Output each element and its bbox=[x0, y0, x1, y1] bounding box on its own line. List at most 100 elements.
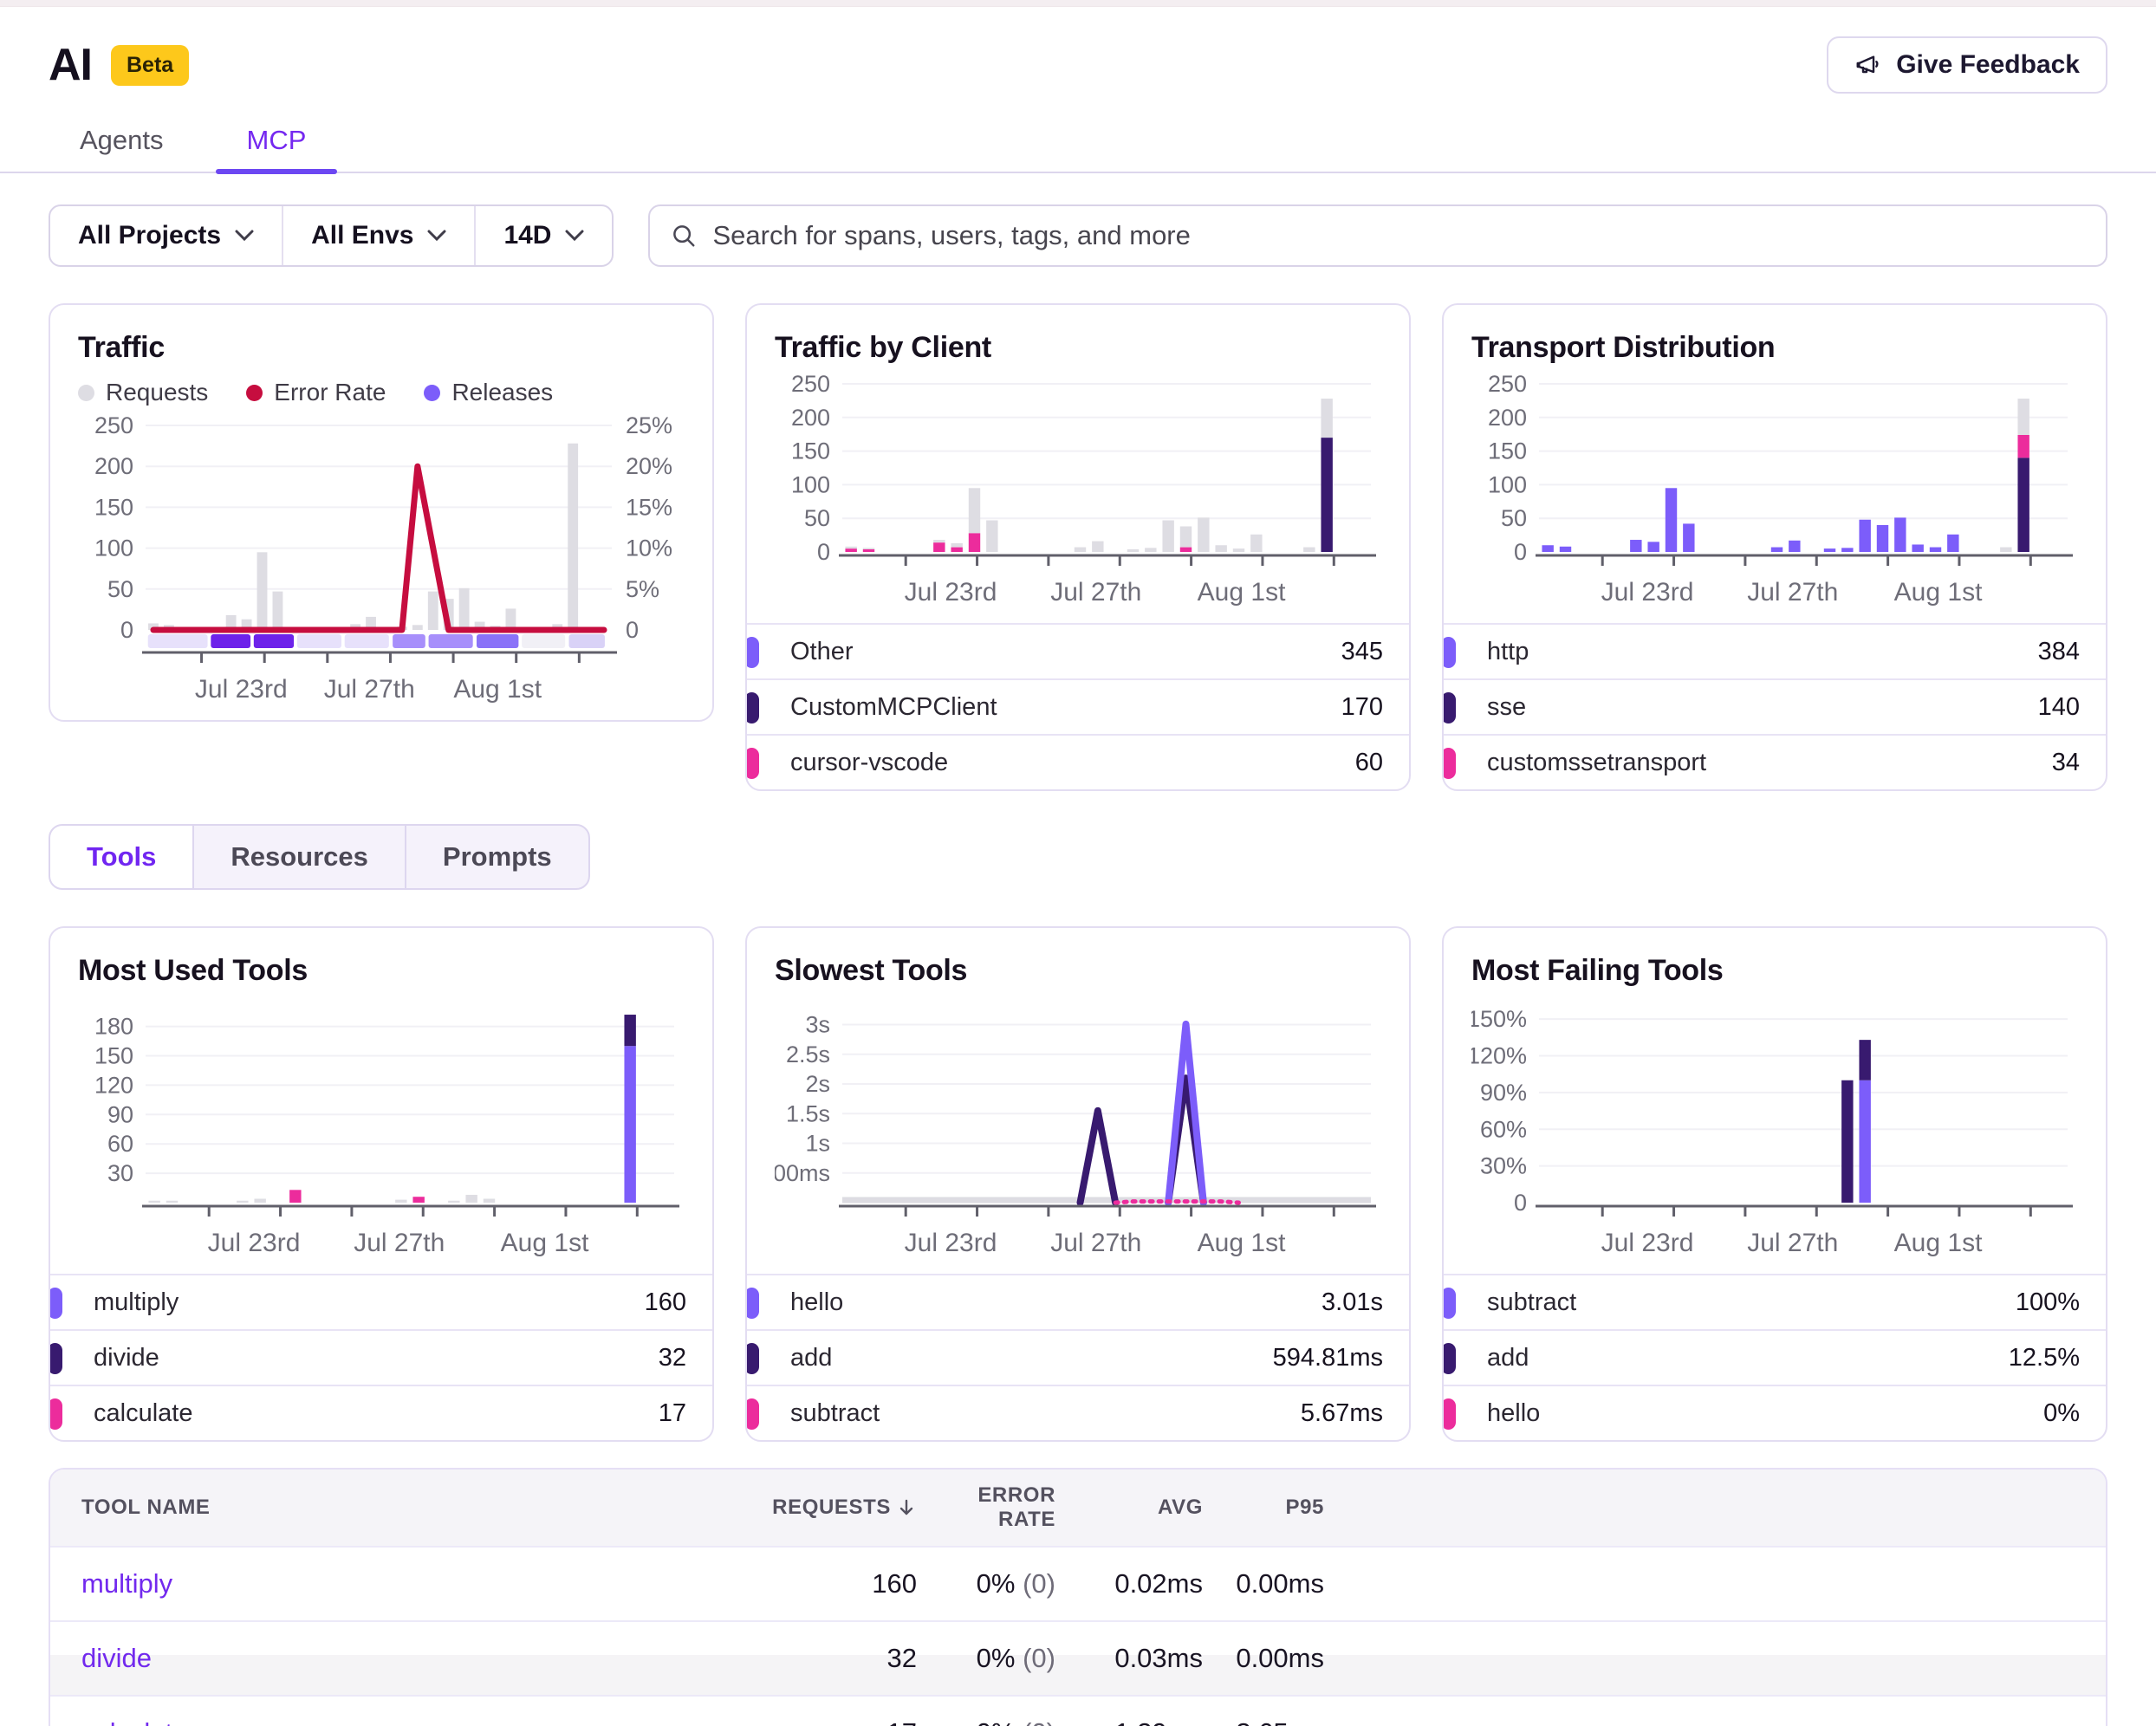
most-used-tools-chart: 306090120150180Jul 23rdJul 27thAug 1st bbox=[78, 996, 688, 1256]
legend-row-divide[interactable]: divide32 bbox=[50, 1329, 712, 1385]
legend-rows: Other345CustomMCPClient170cursor-vscode6… bbox=[747, 623, 1409, 789]
tool-link[interactable]: divide bbox=[81, 1643, 152, 1673]
svg-text:Jul 27th: Jul 27th bbox=[324, 675, 415, 703]
date-range-dropdown[interactable]: 14D bbox=[476, 206, 612, 265]
legend-row-hello[interactable]: hello3.01s bbox=[747, 1274, 1409, 1329]
table-row-divide: divide320% (0)0.03ms0.00ms bbox=[50, 1620, 2106, 1695]
error-rate-legend-dot bbox=[246, 385, 263, 401]
svg-text:10%: 10% bbox=[626, 535, 672, 561]
legend-rows: hello3.01sadd594.81mssubtract5.67ms bbox=[747, 1274, 1409, 1440]
svg-text:150: 150 bbox=[94, 494, 133, 520]
sort-desc-icon bbox=[896, 1497, 917, 1518]
svg-text:250: 250 bbox=[94, 415, 133, 438]
search-bar[interactable] bbox=[648, 204, 2107, 267]
svg-text:0: 0 bbox=[1514, 1190, 1527, 1216]
traffic-inline-legend: Requests Error Rate Releases bbox=[78, 379, 685, 406]
series-color-chip bbox=[745, 692, 759, 723]
series-name: divide bbox=[94, 1344, 159, 1372]
svg-text:20%: 20% bbox=[626, 453, 672, 479]
tab-resources[interactable]: Resources bbox=[194, 826, 406, 888]
series-color-chip bbox=[49, 1343, 62, 1374]
page-top-strip bbox=[0, 0, 2156, 7]
env-filter-dropdown[interactable]: All Envs bbox=[283, 206, 476, 265]
series-color-chip bbox=[1442, 637, 1456, 668]
legend-rows: http384sse140 customssetransport 34 bbox=[1444, 623, 2106, 789]
series-color-chip bbox=[1442, 1288, 1456, 1319]
requests-legend-dot bbox=[78, 385, 94, 401]
cell-error-rate: 0% (0) bbox=[917, 1568, 1055, 1599]
svg-text:50: 50 bbox=[1501, 505, 1527, 531]
series-value: 17 bbox=[659, 1399, 686, 1428]
traffic-card: Traffic Requests Error Rate Releases 050… bbox=[49, 303, 714, 722]
tool-link[interactable]: calculate bbox=[81, 1717, 187, 1726]
tool-link[interactable]: multiply bbox=[81, 1568, 172, 1599]
col-tool-name[interactable]: TOOL NAME bbox=[50, 1496, 536, 1520]
search-input[interactable] bbox=[712, 220, 2085, 251]
legend-label: Releases bbox=[451, 379, 553, 406]
traffic-by-client-chart: 050100150200250Jul 23rdJul 27thAug 1st bbox=[775, 373, 1385, 606]
svg-text:1.5s: 1.5s bbox=[786, 1100, 830, 1126]
legend-row-http[interactable]: http384 bbox=[1444, 623, 2106, 678]
col-requests[interactable]: REQUESTS bbox=[536, 1496, 917, 1520]
project-filter-dropdown[interactable]: All Projects bbox=[50, 206, 283, 265]
series-name: CustomMCPClient bbox=[790, 693, 997, 722]
tab-tools[interactable]: Tools bbox=[50, 826, 194, 888]
legend-row-hello[interactable]: hello0% bbox=[1444, 1385, 2106, 1440]
series-name: customssetransport bbox=[1487, 749, 1706, 777]
tab-agents[interactable]: Agents bbox=[49, 116, 195, 172]
svg-text:50: 50 bbox=[107, 576, 133, 602]
svg-text:100: 100 bbox=[94, 535, 133, 561]
filter-bar: All Projects All Envs 14D bbox=[49, 204, 2107, 267]
svg-text:2s: 2s bbox=[805, 1071, 830, 1097]
table-row-multiply: multiply1600% (0)0.02ms0.00ms bbox=[50, 1546, 2106, 1620]
legend-row-cursor-vscode[interactable]: cursor-vscode60 bbox=[747, 734, 1409, 789]
table-header: TOOL NAME REQUESTS ERROR RATE AVG P95 bbox=[50, 1470, 2106, 1546]
legend-row-subtract[interactable]: subtract5.67ms bbox=[747, 1385, 1409, 1440]
series-value: 34 bbox=[2052, 749, 2080, 777]
page-header: AI Beta Give Feedback bbox=[0, 7, 2156, 94]
col-error-rate[interactable]: ERROR RATE bbox=[917, 1483, 1055, 1532]
svg-text:200: 200 bbox=[791, 405, 830, 431]
svg-text:150: 150 bbox=[1488, 438, 1527, 464]
feedback-label: Give Feedback bbox=[1896, 50, 2080, 80]
legend-row-multiply[interactable]: multiply160 bbox=[50, 1274, 712, 1329]
series-value: 60 bbox=[1355, 749, 1383, 777]
legend-label: Requests bbox=[106, 379, 208, 406]
legend-row-add[interactable]: add594.81ms bbox=[747, 1329, 1409, 1385]
series-name: calculate bbox=[94, 1399, 192, 1428]
legend-row-CustomMCPClient[interactable]: CustomMCPClient170 bbox=[747, 678, 1409, 734]
series-name: add bbox=[790, 1344, 832, 1372]
legend-row-Other[interactable]: Other345 bbox=[747, 623, 1409, 678]
tab-prompts[interactable]: Prompts bbox=[406, 826, 588, 888]
series-value: 384 bbox=[2038, 638, 2080, 666]
most-failing-tools-card: Most Failing Tools 030%60%90%120%150%Jul… bbox=[1442, 926, 2107, 1442]
tab-mcp[interactable]: MCP bbox=[216, 116, 338, 172]
series-name: subtract bbox=[1487, 1288, 1576, 1317]
svg-text:150: 150 bbox=[791, 438, 830, 464]
legend-row-customssetransport[interactable]: customssetransport 34 bbox=[1444, 734, 2106, 789]
svg-text:15%: 15% bbox=[626, 494, 672, 520]
traffic-cards-row: Traffic Requests Error Rate Releases 050… bbox=[49, 303, 2107, 791]
col-avg[interactable]: AVG bbox=[1055, 1496, 1203, 1520]
svg-text:1s: 1s bbox=[805, 1131, 830, 1157]
series-color-chip bbox=[49, 1398, 62, 1430]
svg-text:3s: 3s bbox=[805, 1012, 830, 1038]
tools-table: TOOL NAME REQUESTS ERROR RATE AVG P95 mu… bbox=[49, 1468, 2107, 1726]
series-value: 5.67ms bbox=[1301, 1399, 1383, 1428]
svg-text:90: 90 bbox=[107, 1101, 133, 1127]
legend-row-sse[interactable]: sse140 bbox=[1444, 678, 2106, 734]
legend-row-add[interactable]: add12.5% bbox=[1444, 1329, 2106, 1385]
svg-text:250: 250 bbox=[1488, 373, 1527, 397]
legend-row-calculate[interactable]: calculate 17 bbox=[50, 1385, 712, 1440]
series-value: 345 bbox=[1341, 638, 1383, 666]
chevron-down-icon bbox=[427, 230, 446, 242]
series-color-chip bbox=[1442, 748, 1456, 779]
svg-text:Jul 23rd: Jul 23rd bbox=[905, 1229, 997, 1256]
col-p95[interactable]: P95 bbox=[1203, 1496, 1324, 1520]
svg-text:Jul 27th: Jul 27th bbox=[1050, 1229, 1141, 1256]
chart-title: Most Used Tools bbox=[78, 954, 685, 988]
svg-text:Jul 23rd: Jul 23rd bbox=[1601, 578, 1694, 606]
series-color-chip bbox=[49, 1288, 62, 1319]
give-feedback-button[interactable]: Give Feedback bbox=[1827, 36, 2107, 94]
legend-row-subtract[interactable]: subtract100% bbox=[1444, 1274, 2106, 1329]
